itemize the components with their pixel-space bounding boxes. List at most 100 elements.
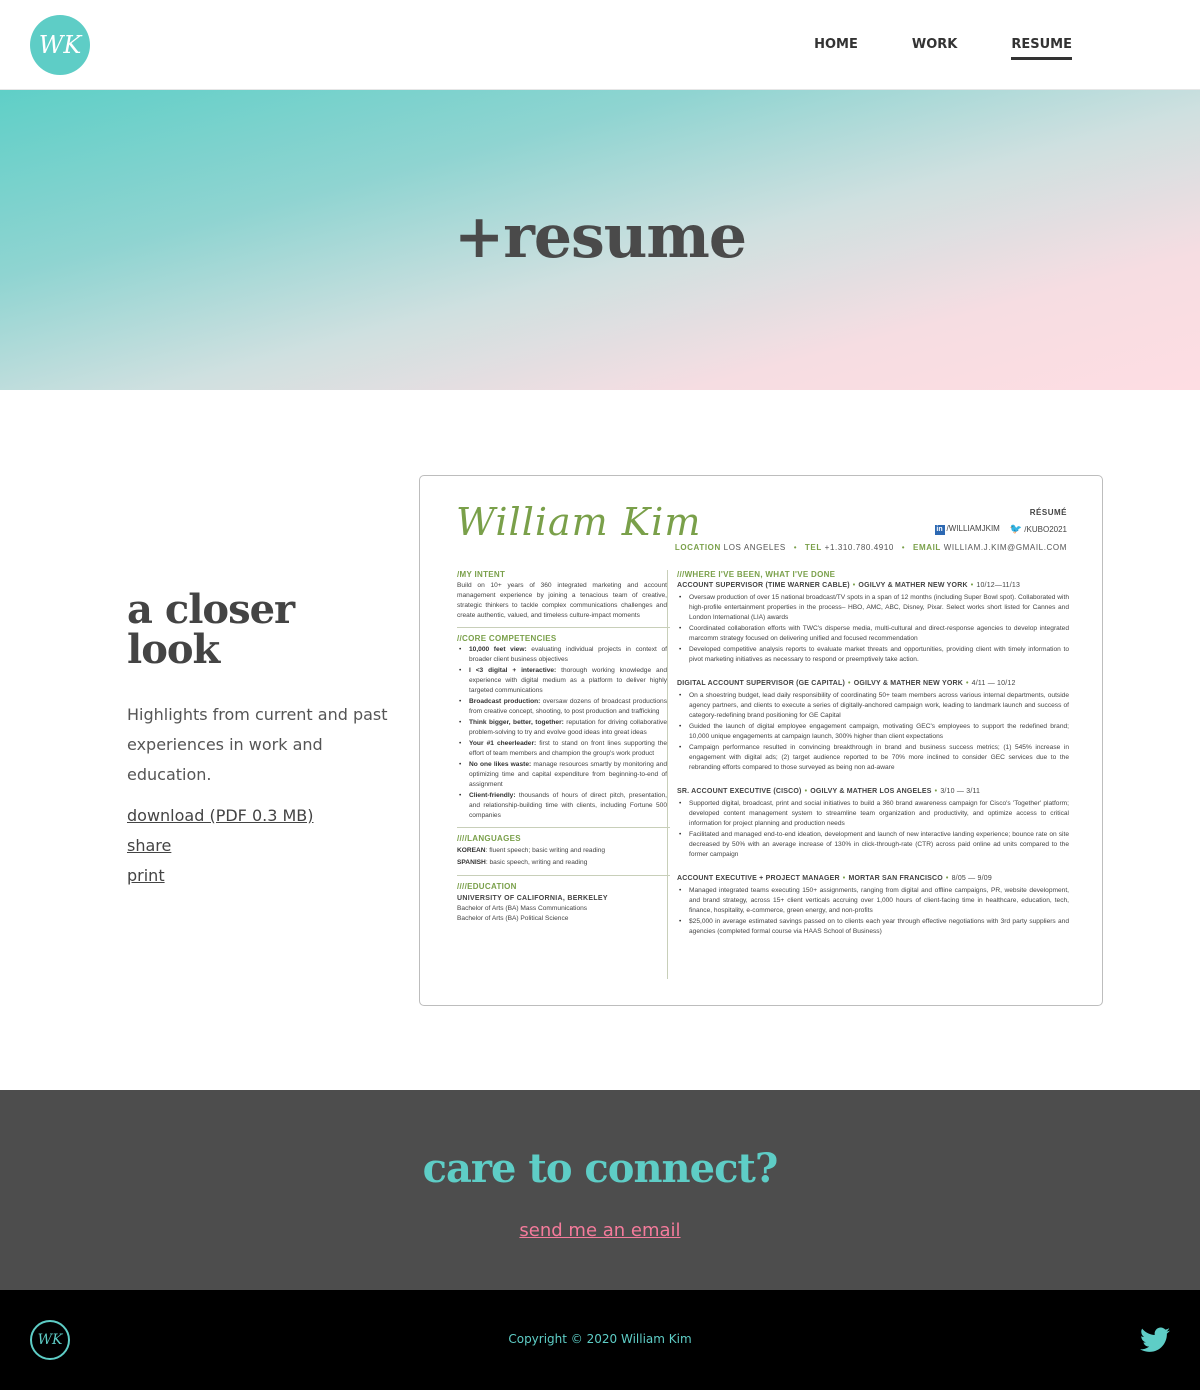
language-item: SPANISH: basic speech, writing and readi… bbox=[457, 857, 667, 869]
separator-dot: • bbox=[970, 582, 974, 589]
separator-dot: • bbox=[965, 680, 969, 687]
resume-social: in/WILLIAMJKIM 🐦/KUBO2021 bbox=[934, 524, 1067, 535]
location-value: LOS ANGELES bbox=[723, 543, 786, 552]
intent-text: Build on 10+ years of 360 integrated mar… bbox=[457, 582, 667, 619]
job-dates: 3/10 — 3/11 bbox=[940, 788, 981, 795]
site-footer: WK Copyright © 2020 William Kim bbox=[0, 1290, 1200, 1390]
download-link[interactable]: download (PDF 0.3 MB) bbox=[127, 804, 314, 828]
job-list: ACCOUNT SUPERVISOR (TIME WARNER CABLE) • O… bbox=[677, 581, 1069, 937]
language-name: KOREAN bbox=[457, 847, 486, 854]
tel-label: TEL bbox=[804, 543, 822, 552]
job-bullet: Facilitated and managed end-to-end ideat… bbox=[677, 830, 1069, 860]
job-bullet: On a shoestring budget, lead daily respo… bbox=[677, 691, 1069, 721]
linkedin-text: /WILLIAMJKIM bbox=[946, 524, 1000, 533]
competency-title: Think bigger, better, together: bbox=[469, 719, 564, 726]
separator-dot: • bbox=[848, 680, 851, 687]
job-dates: 10/12—11/13 bbox=[976, 582, 1021, 589]
intro-text: Highlights from current and past experie… bbox=[127, 705, 388, 784]
page-title: +resume bbox=[453, 202, 747, 272]
email-value: WILLIAM.J.KIM@GMAIL.COM bbox=[943, 543, 1067, 552]
job-title: ACCOUNT SUPERVISOR (TIME WARNER CABLE) bbox=[677, 582, 850, 589]
resume-preview[interactable]: William Kim RÉSUMÉ in/WILLIAMJKIM 🐦/KUBO… bbox=[419, 475, 1103, 1006]
site-header: WK HOME WORK RESUME bbox=[0, 0, 1200, 90]
competency-title: Client-friendly: bbox=[469, 792, 516, 799]
twitter-icon[interactable] bbox=[1140, 1327, 1170, 1353]
linkedin-icon: in bbox=[934, 525, 945, 535]
resume-name: William Kim bbox=[456, 500, 702, 544]
language-name: SPANISH bbox=[457, 859, 486, 866]
linkedin-handle: in/WILLIAMJKIM bbox=[934, 524, 1000, 535]
divider bbox=[457, 627, 670, 628]
language-detail: : basic speech, writing and reading bbox=[485, 859, 588, 866]
degree: Bachelor of Arts (BA) Political Science bbox=[457, 915, 569, 922]
job-bullet: Developed competitive analysis reports t… bbox=[677, 645, 1069, 665]
core-list: 10,000 feet view: evaluating individual … bbox=[457, 645, 667, 821]
job-bullet: Supported digital, broadcast, print and … bbox=[677, 799, 1069, 829]
separator-dot: • bbox=[793, 543, 798, 552]
job-heading: ACCOUNT EXECUTIVE + PROJECT MANAGER • MORT… bbox=[677, 874, 1069, 884]
competency-item: 10,000 feet view: evaluating individual … bbox=[457, 645, 667, 665]
job-bullet: Coordinated collaboration efforts with T… bbox=[677, 624, 1069, 644]
job-company: OGILVY & MATHER LOS ANGELES bbox=[810, 788, 932, 795]
twitter-handle: 🐦/KUBO2021 bbox=[1010, 524, 1067, 535]
separator-dot: • bbox=[852, 582, 856, 589]
languages-title: ////LANGUAGES bbox=[457, 834, 521, 843]
separator-dot: • bbox=[934, 788, 938, 795]
language-detail: : fluent speech; basic writing and readi… bbox=[485, 847, 606, 854]
resume-left-column: /MY INTENT Build on 10+ years of 360 int… bbox=[457, 570, 670, 979]
job-title: SR. ACCOUNT EXECUTIVE (CISCO) bbox=[677, 788, 802, 795]
hero-banner: +resume bbox=[0, 90, 1200, 390]
job-bullet: Campaign performance resulted in convinc… bbox=[677, 743, 1069, 773]
job-company: OGILVY & MATHER NEW YORK bbox=[858, 582, 968, 589]
print-link[interactable]: print bbox=[127, 864, 314, 888]
intent-title: /MY INTENT bbox=[457, 570, 506, 579]
main-nav: HOME WORK RESUME bbox=[814, 37, 1072, 60]
share-link[interactable]: share bbox=[127, 834, 314, 858]
core-title: //CORE COMPETENCIES bbox=[457, 634, 557, 643]
job-bullet: Managed integrated teams executing 150+ … bbox=[677, 886, 1069, 916]
competency-item: Your #1 cheerleader: first to stand on f… bbox=[457, 739, 667, 759]
nav-home[interactable]: HOME bbox=[814, 37, 858, 56]
nav-work[interactable]: WORK bbox=[912, 37, 957, 56]
competency-title: I <3 digital + interactive: bbox=[469, 667, 557, 674]
tel-value: +1.310.780.4910 bbox=[824, 543, 894, 552]
job-dates: 4/11 — 10/12 bbox=[971, 680, 1016, 687]
competency-title: No one likes waste: bbox=[469, 761, 532, 768]
job-bullets: Managed integrated teams executing 150+ … bbox=[677, 886, 1069, 937]
separator-dot: • bbox=[842, 875, 846, 882]
separator-dot: • bbox=[804, 788, 808, 795]
school-name: UNIVERSITY OF CALIFORNIA, BERKELEY bbox=[457, 895, 608, 902]
education-title: ////EDUCATION bbox=[457, 882, 517, 891]
resume-label: RÉSUMÉ bbox=[1029, 508, 1067, 517]
job-heading: ACCOUNT SUPERVISOR (TIME WARNER CABLE) • O… bbox=[677, 581, 1069, 591]
connect-section: care to connect? send me an email bbox=[0, 1090, 1200, 1290]
job-company: OGILVY & MATHER NEW YORK bbox=[853, 680, 963, 687]
job-title: DIGITAL ACCOUNT SUPERVISOR (GE CAPITAL) bbox=[677, 680, 846, 687]
email-label: EMAIL bbox=[913, 543, 941, 552]
job-bullets: Oversaw production of over 15 national b… bbox=[677, 593, 1069, 665]
competency-item: No one likes waste: manage resources sma… bbox=[457, 760, 667, 790]
competency-title: Your #1 cheerleader: bbox=[469, 740, 537, 747]
job-dates: 8/05 — 9/09 bbox=[951, 875, 992, 882]
column-divider bbox=[667, 570, 668, 979]
divider bbox=[457, 875, 670, 876]
location-label: LOCATION bbox=[674, 543, 721, 552]
copyright: Copyright © 2020 William Kim bbox=[508, 1332, 692, 1346]
divider bbox=[457, 827, 670, 828]
resume-right-column: ///WHERE I'VE BEEN, WHAT I'VE DONE ACCOU… bbox=[677, 570, 1069, 938]
job-bullets: On a shoestring budget, lead daily respo… bbox=[677, 691, 1069, 773]
logo[interactable]: WK bbox=[30, 15, 90, 75]
job-bullets: Supported digital, broadcast, print and … bbox=[677, 799, 1069, 860]
job-heading: SR. ACCOUNT EXECUTIVE (CISCO) • OGILVY & M… bbox=[677, 787, 1069, 797]
competency-title: Broadcast production: bbox=[469, 698, 541, 705]
competency-item: I <3 digital + interactive: thorough wor… bbox=[457, 666, 667, 696]
nav-resume[interactable]: RESUME bbox=[1011, 37, 1072, 60]
separator-dot: • bbox=[901, 543, 906, 552]
competency-item: Think bigger, better, together: reputati… bbox=[457, 718, 667, 738]
twitter-text: /KUBO2021 bbox=[1024, 525, 1067, 534]
email-link[interactable]: send me an email bbox=[519, 1220, 680, 1241]
job-bullet: Oversaw production of over 15 national b… bbox=[677, 593, 1069, 623]
separator-dot: • bbox=[945, 875, 949, 882]
competency-item: Client-friendly: thousands of hours of d… bbox=[457, 791, 667, 821]
job-company: MORTAR SAN FRANCISCO bbox=[848, 875, 943, 882]
